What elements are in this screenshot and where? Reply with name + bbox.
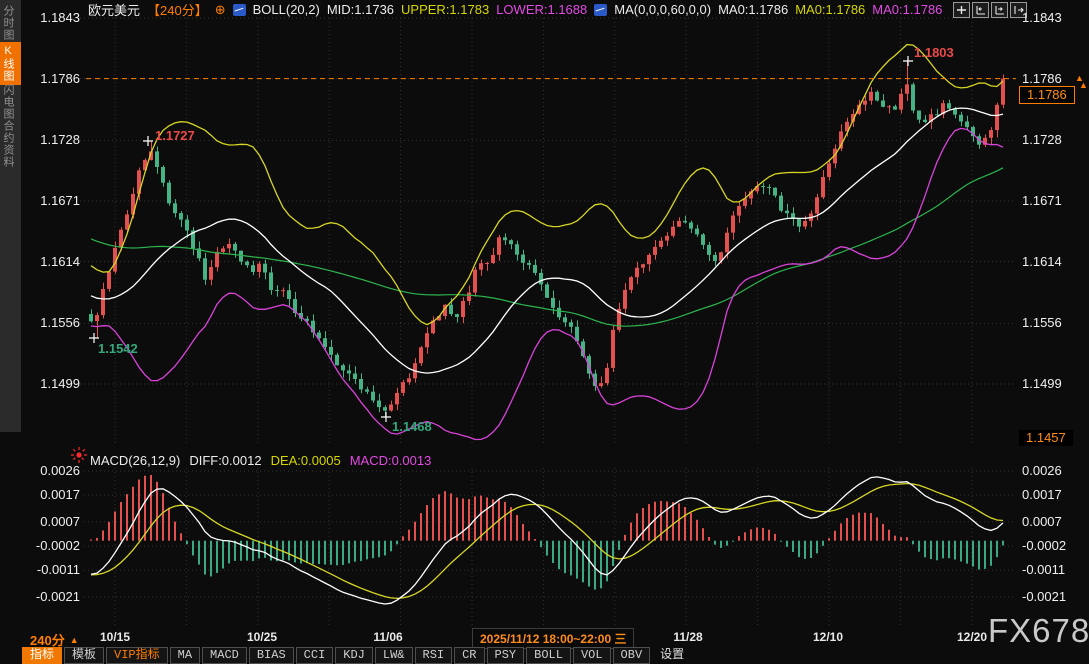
time-axis-date: 12/10 <box>813 630 843 644</box>
indicator-tab[interactable]: BOLL <box>526 647 571 664</box>
price-axis-tick: 1.1843 <box>20 10 80 25</box>
indicator-tab-bar: 指标模板VIP指标MAMACDBIASCCIKDJLW&RSICRPSYBOLL… <box>22 647 692 664</box>
price-axis-tick: 1.1614 <box>1022 254 1062 269</box>
symbol-label: 欧元美元 <box>88 0 140 19</box>
chart-header: 欧元美元 【240分】 ⊕ BOLL(20,2) MID:1.1736 UPPE… <box>88 1 942 18</box>
ma-indicator-icon[interactable] <box>594 4 607 16</box>
price-axis-tick: 1.1614 <box>20 254 80 269</box>
time-axis-date: 11/06 <box>373 630 402 644</box>
macd-axis-tick: -0.0002 <box>20 538 80 553</box>
boll-indicator-icon[interactable] <box>233 4 246 16</box>
sidebar-item-contract-info[interactable]: 合约资料 <box>0 117 21 171</box>
indicator-tab[interactable]: BIAS <box>249 647 294 664</box>
period-label[interactable]: 【240分】 <box>147 0 208 19</box>
macd-axis-tick: 0.0007 <box>1022 514 1062 529</box>
indicator-tab[interactable]: VIP指标 <box>106 647 168 664</box>
ma0-value-magenta: MA0:1.1786 <box>872 2 942 17</box>
chart-canvas[interactable] <box>0 0 1089 664</box>
price-axis-tick: 1.1671 <box>20 193 80 208</box>
macd-axis-tick: 0.0017 <box>20 487 80 502</box>
scale-right-icon[interactable] <box>991 2 1008 18</box>
indicator-tab[interactable]: CCI <box>296 647 334 664</box>
macd-header: MACD(26,12,9) DIFF:0.0012 DEA:0.0005 MAC… <box>90 453 431 468</box>
scale-left-icon[interactable] <box>972 2 989 18</box>
price-axis-tick: 1.1499 <box>20 376 80 391</box>
price-extreme-annotation: 1.1727 <box>155 128 195 143</box>
macd-dea-value: DEA:0.0005 <box>271 453 341 468</box>
price-axis-tick: 1.1728 <box>1022 132 1062 147</box>
price-axis-tick: 1.1556 <box>1022 315 1062 330</box>
macd-macd-value: MACD:0.0013 <box>350 453 432 468</box>
price-axis-tick: 1.1843 <box>1022 10 1062 25</box>
trading-app-window: 分时图 K线图 闪电图 合约资料 欧元美元 【240分】 ⊕ BOLL(20,2… <box>0 0 1089 664</box>
indicator-tab[interactable]: PSY <box>487 647 525 664</box>
price-axis-tick: 1.1786 <box>20 71 80 86</box>
macd-diff-line <box>91 477 1003 604</box>
time-axis-date: 11/28 <box>673 630 702 644</box>
extreme-cross-marker <box>381 412 391 422</box>
indicator-tab[interactable]: 设置 <box>652 647 692 664</box>
macd-diff-value: DIFF:0.0012 <box>189 453 261 468</box>
current-price-box: 1.1786 <box>1019 86 1075 104</box>
indicator-tab[interactable]: 指标 <box>22 647 62 664</box>
boll-mid-value: MID:1.1736 <box>327 2 394 17</box>
candles-layer <box>89 61 1005 417</box>
indicator-tab[interactable]: MACD <box>202 647 247 664</box>
indicator-tab[interactable]: OBV <box>613 647 651 664</box>
indicator-tab[interactable]: RSI <box>415 647 453 664</box>
macd-axis-tick: -0.0021 <box>1022 589 1066 604</box>
boll-label: BOLL(20,2) <box>253 2 320 17</box>
macd-histogram <box>90 475 1004 590</box>
ma-label: MA(0,0,0,60,0,0) <box>614 2 711 17</box>
price-axis-tick: 1.1786 <box>1022 71 1062 86</box>
time-axis-date: 10/15 <box>100 630 130 644</box>
highlighted-bar-time: 2025/11/12 18:00~22:00 三 <box>472 628 634 649</box>
indicator-tab[interactable]: VOL <box>573 647 611 664</box>
left-sidebar: 分时图 K线图 闪电图 合约资料 <box>0 0 21 432</box>
indicator-tab[interactable]: CR <box>454 647 484 664</box>
boll-upper-value: UPPER:1.1783 <box>401 2 489 17</box>
chart-toolbar-icons <box>953 2 1027 18</box>
macd-axis-tick: -0.0021 <box>20 589 80 604</box>
red-burst-icon <box>68 444 90 466</box>
sidebar-item-timeline-chart[interactable]: 分时图 <box>0 2 21 44</box>
price-axis-tick: 1.1671 <box>1022 193 1062 208</box>
macd-axis-tick: 0.0007 <box>20 514 80 529</box>
boll-lower-value: LOWER:1.1688 <box>496 2 587 17</box>
extreme-cross-marker <box>903 56 913 66</box>
sidebar-item-candlestick-chart[interactable]: K线图 <box>0 42 21 85</box>
macd-axis-tick: -0.0011 <box>1022 562 1065 577</box>
macd-axis-tick: -0.0011 <box>20 562 80 577</box>
timeframe-up-icon[interactable]: ▲ <box>70 635 79 645</box>
price-axis-tick: 1.1728 <box>20 132 80 147</box>
session-low-label: 1.1457 <box>1019 430 1073 446</box>
indicator-tab[interactable]: MA <box>170 647 200 664</box>
macd-axis-tick: -0.0002 <box>1022 538 1066 553</box>
watermark: FX678 <box>988 612 1089 650</box>
macd-name: MACD(26,12,9) <box>90 453 180 468</box>
ma0-value-yellow: MA0:1.1786 <box>795 2 865 17</box>
pan-icon[interactable] <box>953 2 970 18</box>
indicator-tab[interactable]: 模板 <box>64 647 104 664</box>
price-extreme-annotation: 1.1542 <box>98 341 138 356</box>
macd-axis-tick: 0.0017 <box>1022 487 1062 502</box>
time-axis-date: 12/20 <box>957 630 987 644</box>
price-axis-tick: 1.1556 <box>20 315 80 330</box>
price-axis-tick: 1.1499 <box>1022 376 1062 391</box>
add-indicator-icon[interactable]: ⊕ <box>215 2 226 18</box>
price-up-arrow-icon: ▲ <box>1079 80 1088 90</box>
boll-mid-line <box>91 108 1003 373</box>
indicator-tab[interactable]: LW& <box>375 647 413 664</box>
price-extreme-annotation: 1.1803 <box>914 45 954 60</box>
time-axis-date: 10/25 <box>247 630 277 644</box>
macd-axis-tick: 0.0026 <box>1022 463 1062 478</box>
indicator-tab[interactable]: KDJ <box>335 647 373 664</box>
price-extreme-annotation: 1.1468 <box>392 419 432 434</box>
ma0-value-white: MA0:1.1786 <box>718 2 788 17</box>
